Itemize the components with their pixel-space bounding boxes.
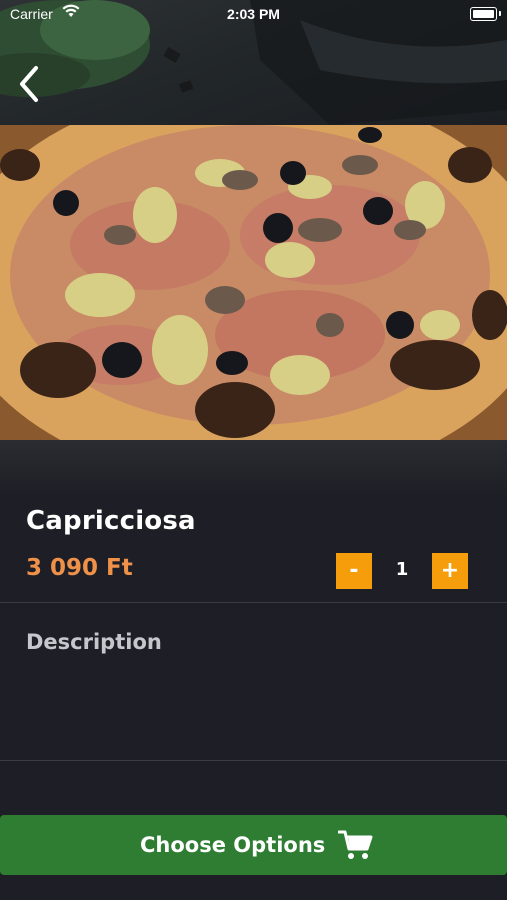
battery-icon [470, 7, 497, 21]
battery-tip [499, 11, 501, 16]
quantity-value: 1 [395, 559, 409, 580]
image-fade [0, 440, 507, 495]
product-title: Capricciosa [26, 506, 196, 536]
quantity-increase-button[interactable]: + [432, 553, 468, 589]
chevron-left-icon [20, 66, 38, 102]
choose-options-label: Choose Options [140, 833, 326, 857]
status-bar: Carrier 2:03 PM [0, 0, 507, 28]
back-button[interactable] [12, 62, 52, 106]
divider [0, 602, 507, 603]
divider [0, 760, 507, 761]
shopping-cart-icon [337, 829, 374, 865]
product-image [0, 125, 507, 440]
quantity-decrease-button[interactable]: - [336, 553, 372, 589]
choose-options-button[interactable]: Choose Options [0, 815, 507, 875]
description-label: Description [26, 630, 162, 654]
status-time: 2:03 PM [227, 6, 280, 22]
product-price: 3 090 Ft [26, 555, 133, 581]
